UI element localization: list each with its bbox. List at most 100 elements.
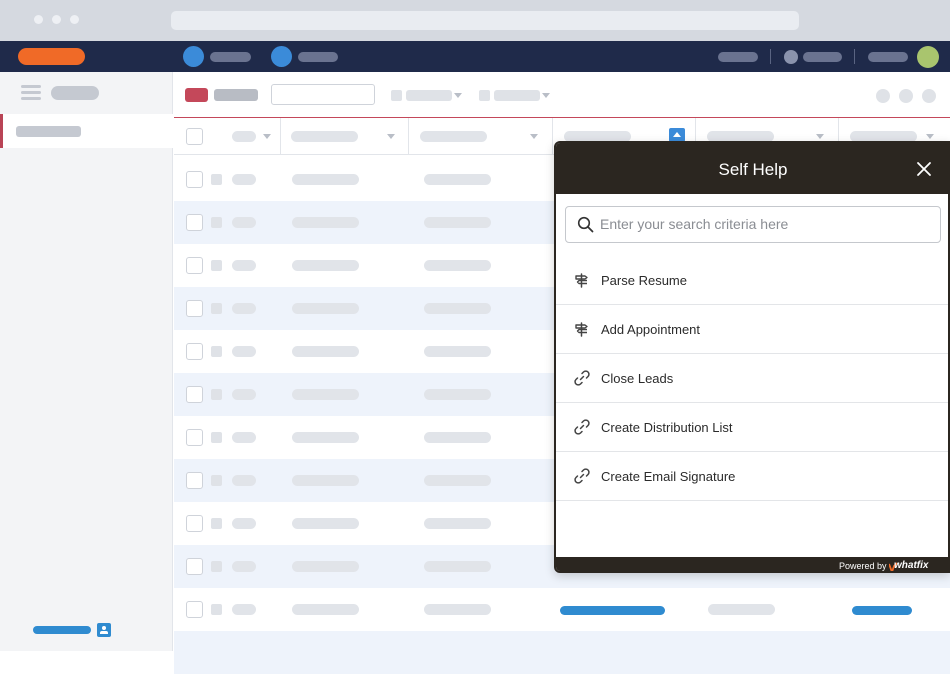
avatar[interactable] — [917, 46, 939, 68]
row-icon — [211, 389, 222, 400]
row-checkbox[interactable] — [186, 386, 203, 403]
self-help-list: Parse Resume Add Appointment Close Leads… — [556, 256, 948, 557]
row-checkbox[interactable] — [186, 429, 203, 446]
toolbar-search-input[interactable] — [271, 84, 375, 105]
chevron-down-icon[interactable] — [387, 134, 395, 139]
row-icon — [211, 561, 222, 572]
record-badge[interactable] — [185, 88, 208, 102]
table-cell — [424, 604, 491, 615]
self-help-item-label: Add Appointment — [601, 322, 701, 337]
self-help-footer: Powered by whatfix — [556, 557, 948, 571]
nav-item-label[interactable] — [210, 52, 251, 62]
toolbar-action-icon[interactable] — [899, 89, 913, 103]
row-icon — [211, 303, 222, 314]
whatfix-brand-link[interactable]: whatfix — [894, 557, 928, 571]
table-cell — [424, 518, 491, 529]
table-cell — [232, 303, 256, 314]
table-cell — [232, 518, 256, 529]
table-row[interactable] — [174, 631, 950, 674]
table-cell-link[interactable] — [852, 606, 912, 615]
column-header[interactable] — [232, 131, 256, 142]
row-icon — [211, 260, 222, 271]
table-row[interactable] — [174, 588, 950, 631]
self-help-item-parse-resume[interactable]: Parse Resume — [556, 256, 948, 305]
table-cell — [232, 604, 256, 615]
window-control-dot[interactable] — [34, 15, 43, 24]
nav-item-icon[interactable] — [271, 46, 292, 67]
table-cell — [424, 432, 491, 443]
row-checkbox[interactable] — [186, 257, 203, 274]
nav-item-icon[interactable] — [183, 46, 204, 67]
self-help-search-box[interactable] — [565, 206, 941, 243]
window-control-dot[interactable] — [52, 15, 61, 24]
table-cell — [292, 561, 359, 572]
table-cell — [424, 174, 491, 185]
row-icon — [211, 475, 222, 486]
signpost-icon — [573, 271, 591, 289]
nav-link[interactable] — [718, 52, 758, 62]
select-all-checkbox[interactable] — [186, 128, 203, 145]
filter-dropdown[interactable] — [494, 90, 540, 101]
table-cell — [292, 518, 359, 529]
chevron-down-icon[interactable] — [454, 93, 462, 98]
self-help-item-create-distribution-list[interactable]: Create Distribution List — [556, 403, 948, 452]
table-cell-link[interactable] — [560, 606, 665, 615]
sidebar-item-label — [16, 126, 81, 137]
column-divider — [408, 118, 409, 155]
table-cell — [232, 389, 256, 400]
window-control-dot[interactable] — [70, 15, 79, 24]
toolbar-action-icon[interactable] — [922, 89, 936, 103]
row-checkbox[interactable] — [186, 558, 203, 575]
app-logo-button[interactable] — [18, 48, 85, 65]
row-checkbox[interactable] — [186, 515, 203, 532]
user-icon[interactable] — [784, 50, 798, 64]
link-icon — [573, 467, 591, 485]
self-help-item-label: Create Email Signature — [601, 469, 736, 484]
table-cell — [232, 260, 256, 271]
chevron-down-icon[interactable] — [530, 134, 538, 139]
filter-icon[interactable] — [391, 90, 402, 101]
toolbar-action-icon[interactable] — [876, 89, 890, 103]
address-bar[interactable] — [171, 11, 799, 30]
close-icon[interactable] — [914, 159, 934, 179]
self-help-item-add-appointment[interactable]: Add Appointment — [556, 305, 948, 354]
filter-icon[interactable] — [479, 90, 490, 101]
row-checkbox[interactable] — [186, 601, 203, 618]
chevron-down-icon[interactable] — [542, 93, 550, 98]
search-icon — [577, 216, 594, 233]
row-checkbox[interactable] — [186, 472, 203, 489]
nav-link[interactable] — [868, 52, 908, 62]
column-header[interactable] — [420, 131, 487, 142]
self-help-search-input[interactable] — [600, 207, 930, 241]
chevron-down-icon[interactable] — [816, 134, 824, 139]
table-cell — [708, 604, 775, 615]
sidebar-item-active[interactable] — [0, 114, 173, 148]
sidebar — [0, 72, 173, 651]
chevron-down-icon[interactable] — [926, 134, 934, 139]
column-header[interactable] — [291, 131, 358, 142]
row-checkbox[interactable] — [186, 343, 203, 360]
row-checkbox[interactable] — [186, 171, 203, 188]
table-cell — [292, 346, 359, 357]
sidebar-title — [51, 86, 99, 100]
self-help-item-label: Parse Resume — [601, 273, 687, 288]
nav-item-label[interactable] — [298, 52, 338, 62]
filter-dropdown[interactable] — [406, 90, 452, 101]
chevron-down-icon[interactable] — [263, 134, 271, 139]
link-icon — [573, 418, 591, 436]
row-checkbox[interactable] — [186, 300, 203, 317]
contact-card-icon[interactable] — [97, 623, 111, 637]
table-cell — [232, 174, 256, 185]
row-icon — [211, 174, 222, 185]
row-icon — [211, 346, 222, 357]
hamburger-menu-icon[interactable] — [21, 85, 41, 100]
self-help-item-close-leads[interactable]: Close Leads — [556, 354, 948, 403]
nav-divider — [854, 49, 855, 64]
sidebar-footer-link[interactable] — [33, 626, 91, 634]
table-cell — [232, 561, 256, 572]
powered-by-label: Powered by — [839, 561, 887, 571]
sort-ascending-icon[interactable] — [669, 128, 685, 142]
self-help-item-create-email-signature[interactable]: Create Email Signature — [556, 452, 948, 501]
nav-link[interactable] — [803, 52, 842, 62]
row-checkbox[interactable] — [186, 214, 203, 231]
